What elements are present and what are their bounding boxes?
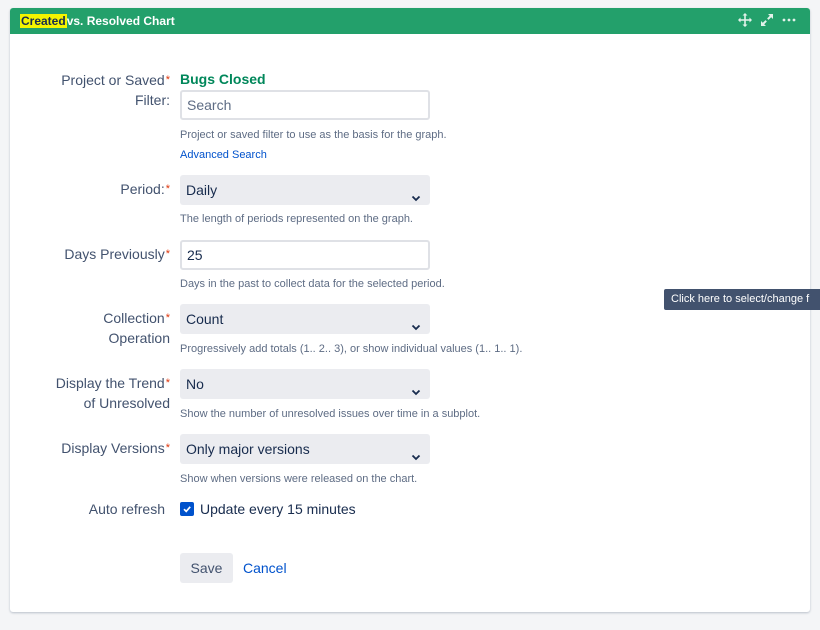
auto-refresh-checkbox-label: Update every 15 minutes <box>200 501 356 517</box>
gadget-header: Createdvs. Resolved Chart <box>10 8 810 34</box>
period-label: Period:* <box>0 179 170 199</box>
trend-select[interactable]: No <box>180 369 430 399</box>
required-marker: * <box>165 312 170 324</box>
versions-select-value: Only major versions <box>186 441 310 457</box>
gadget-title-rest: vs. Resolved Chart <box>66 14 175 28</box>
auto-refresh-checkbox[interactable] <box>180 502 194 516</box>
versions-select[interactable]: Only major versions <box>180 434 430 464</box>
chevron-down-icon <box>410 313 422 343</box>
filter-label: Project or Saved* Filter: <box>0 70 170 110</box>
versions-help-text: Show when versions were released on the … <box>180 473 418 485</box>
period-help-text: The length of periods represented on the… <box>180 213 413 225</box>
collection-operation-label-line2: Operation <box>108 330 170 346</box>
cancel-button[interactable]: Cancel <box>243 553 287 583</box>
save-button[interactable]: Save <box>180 553 233 583</box>
collection-operation-label-line1: Collection <box>103 310 165 326</box>
required-marker: * <box>165 183 170 195</box>
collection-operation-select-value: Count <box>186 311 224 327</box>
required-marker: * <box>165 248 170 260</box>
selected-filter-name: Bugs Closed <box>180 71 266 87</box>
trend-label: Display the Trend* of Unresolved <box>0 373 170 413</box>
move-icon[interactable] <box>738 12 752 28</box>
days-previously-label-text: Days Previously <box>64 246 165 262</box>
gadget-header-icons <box>738 12 796 28</box>
filter-label-line1: Project or Saved <box>61 72 165 88</box>
expand-icon[interactable] <box>760 12 774 28</box>
versions-label-text: Display Versions <box>61 440 165 456</box>
period-select-value: Daily <box>186 182 218 198</box>
filter-help-text: Project or saved filter to use as the ba… <box>180 129 447 141</box>
advanced-search-link[interactable]: Advanced Search <box>180 149 267 162</box>
chevron-down-icon <box>410 378 422 408</box>
required-marker: * <box>165 74 170 86</box>
days-previously-input[interactable] <box>180 240 430 270</box>
trend-label-line1: Display the Trend <box>55 375 165 391</box>
trend-help-text: Show the number of unresolved issues ove… <box>180 408 481 420</box>
chevron-down-icon <box>410 184 422 214</box>
days-previously-help-text: Days in the past to collect data for the… <box>180 278 445 290</box>
period-select[interactable]: Daily <box>180 175 430 205</box>
gadget-title: Createdvs. Resolved Chart <box>20 14 175 28</box>
checkmark-icon <box>183 506 191 513</box>
collection-operation-help-text: Progressively add totals (1.. 2.. 3), or… <box>180 343 523 355</box>
tooltip: Click here to select/change f <box>664 289 820 310</box>
versions-label: Display Versions* <box>0 438 170 458</box>
trend-label-line2: of Unresolved <box>83 395 170 411</box>
gadget-title-highlight: Created <box>20 14 67 28</box>
trend-select-value: No <box>186 376 204 392</box>
more-icon[interactable] <box>782 12 796 28</box>
collection-operation-label: Collection* Operation <box>0 308 170 348</box>
collection-operation-select[interactable]: Count <box>180 304 430 334</box>
filter-label-line2: Filter: <box>135 92 170 108</box>
auto-refresh-label-text: Auto refresh <box>88 501 165 517</box>
auto-refresh-checkbox-row[interactable]: Update every 15 minutes <box>180 500 356 518</box>
days-previously-label: Days Previously* <box>0 244 170 264</box>
chevron-down-icon <box>410 443 422 473</box>
filter-search-input[interactable] <box>180 90 430 120</box>
period-label-text: Period: <box>120 181 165 197</box>
required-marker: * <box>165 377 170 389</box>
auto-refresh-label: Auto refresh <box>0 499 165 519</box>
required-marker: * <box>165 442 170 454</box>
